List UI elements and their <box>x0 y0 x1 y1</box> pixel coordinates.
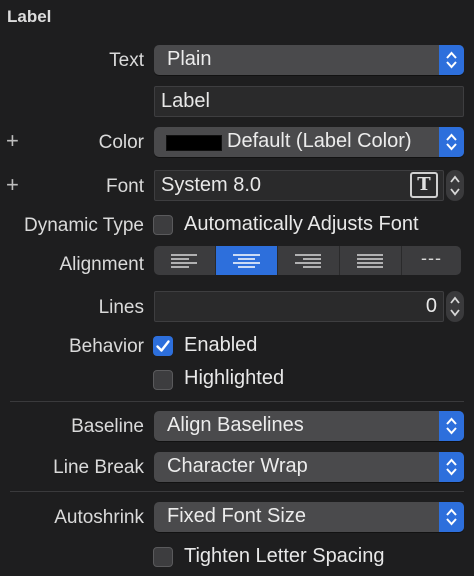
font-size-stepper[interactable] <box>446 170 464 201</box>
highlighted-checkbox-label[interactable]: Highlighted <box>184 367 284 390</box>
section-divider <box>10 401 464 402</box>
color-add-variation-icon[interactable]: + <box>6 130 19 152</box>
lines-label: Lines <box>98 297 144 318</box>
align-natural-segment[interactable]: --- <box>402 246 461 275</box>
text-content-value: Label <box>161 90 210 112</box>
text-type-stepper[interactable] <box>439 45 464 75</box>
font-field[interactable]: System 8.0 <box>154 170 444 201</box>
behavior-label: Behavior <box>69 336 144 357</box>
up-down-chevron-icon <box>446 133 457 151</box>
lines-value: 0 <box>425 295 437 317</box>
checkmark-icon <box>156 340 170 352</box>
enabled-checkbox-label[interactable]: Enabled <box>184 334 257 357</box>
dynamic-type-checkbox[interactable] <box>153 215 173 235</box>
font-picker-icon[interactable]: T <box>410 172 438 198</box>
up-down-chevron-icon <box>450 296 460 317</box>
section-title: Label <box>7 7 52 26</box>
autoshrink-stepper[interactable] <box>439 502 464 532</box>
color-swatch <box>166 135 222 151</box>
up-down-chevron-icon <box>446 417 457 435</box>
line-break-value: Character Wrap <box>167 455 308 477</box>
font-value: System 8.0 <box>161 174 262 196</box>
enabled-checkbox[interactable] <box>153 336 173 356</box>
align-center-segment[interactable] <box>216 246 278 275</box>
autoshrink-popup[interactable]: Fixed Font Size <box>154 502 464 532</box>
up-down-chevron-icon <box>446 458 457 476</box>
dynamic-type-label: Dynamic Type <box>23 215 144 236</box>
alignment-segmented-control[interactable]: --- <box>154 246 461 275</box>
baseline-stepper[interactable] <box>439 411 464 441</box>
tighten-letter-spacing-label[interactable]: Tighten Letter Spacing <box>184 545 385 568</box>
align-left-segment[interactable] <box>154 246 216 275</box>
justify-align-icon <box>357 254 383 268</box>
up-down-chevron-icon <box>446 508 457 526</box>
baseline-value: Align Baselines <box>167 414 304 436</box>
line-break-stepper[interactable] <box>439 452 464 482</box>
color-label: Color <box>98 132 144 153</box>
highlighted-checkbox[interactable] <box>153 370 173 390</box>
font-add-variation-icon[interactable]: + <box>6 174 19 196</box>
color-popup[interactable]: Default (Label Color) <box>154 127 464 157</box>
line-break-popup[interactable]: Character Wrap <box>154 452 464 482</box>
right-align-icon <box>295 254 321 268</box>
text-label: Text <box>109 50 144 71</box>
dynamic-type-checkbox-label[interactable]: Automatically Adjusts Font <box>184 213 419 236</box>
lines-stepper[interactable] <box>446 291 464 322</box>
natural-align-icon: --- <box>421 248 442 268</box>
text-type-popup[interactable]: Plain <box>154 45 464 75</box>
align-right-segment[interactable] <box>278 246 340 275</box>
up-down-chevron-icon <box>446 51 457 69</box>
section-divider <box>10 491 464 492</box>
autoshrink-label: Autoshrink <box>54 507 144 528</box>
align-justify-segment[interactable] <box>340 246 402 275</box>
center-align-icon <box>233 254 260 268</box>
alignment-label: Alignment <box>59 254 145 275</box>
left-align-icon <box>171 254 197 268</box>
color-value: Default (Label Color) <box>227 130 412 152</box>
baseline-label: Baseline <box>71 416 144 437</box>
font-label: Font <box>105 176 144 197</box>
tighten-letter-spacing-checkbox[interactable] <box>153 547 173 567</box>
autoshrink-value: Fixed Font Size <box>167 505 306 527</box>
up-down-chevron-icon <box>450 175 460 196</box>
text-content-field[interactable]: Label <box>154 86 464 117</box>
baseline-popup[interactable]: Align Baselines <box>154 411 464 441</box>
lines-field[interactable]: 0 <box>154 291 444 322</box>
color-stepper[interactable] <box>439 127 464 157</box>
text-type-value: Plain <box>167 48 212 70</box>
line-break-label: Line Break <box>53 457 144 478</box>
